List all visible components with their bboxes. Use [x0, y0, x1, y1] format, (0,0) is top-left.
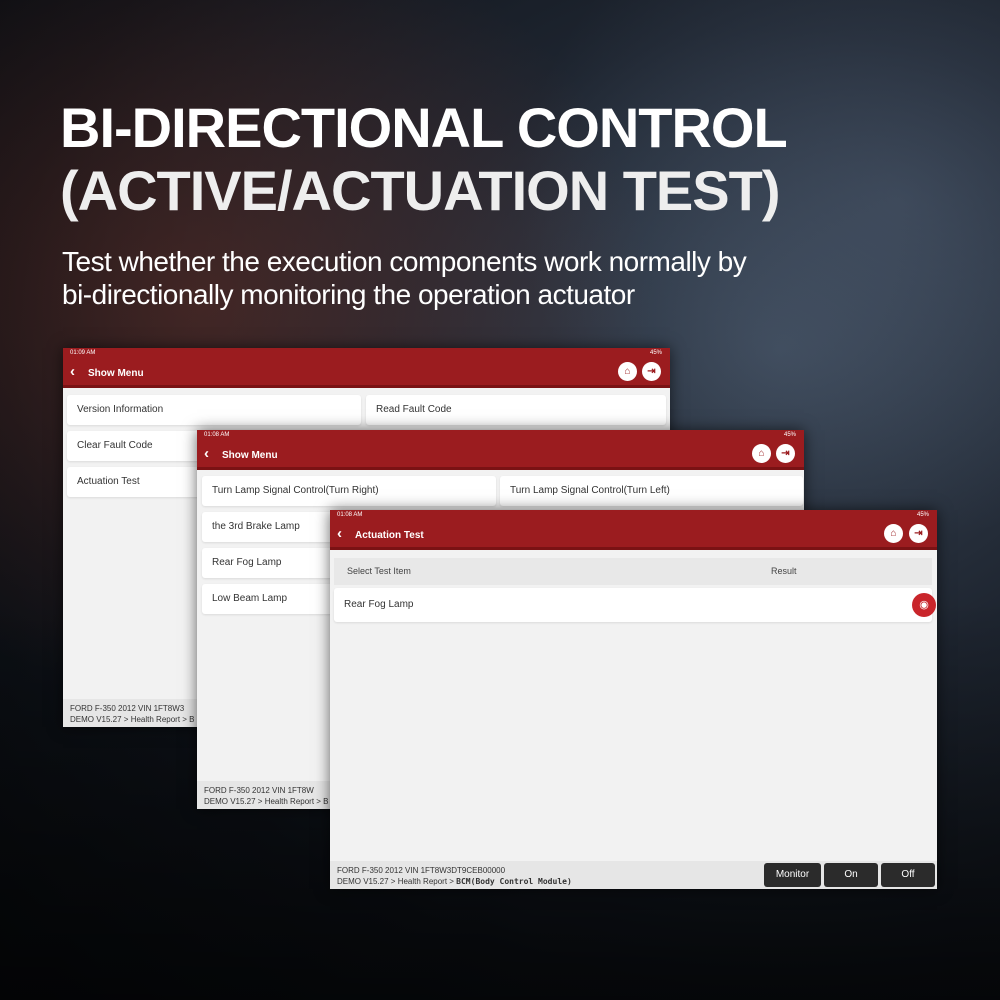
back-icon[interactable]: ‹ — [337, 525, 342, 542]
table-header: Select Test Item Result — [334, 558, 932, 585]
headline: BI-DIRECTIONAL CONTROL — [60, 96, 788, 159]
page-title: Actuation Test — [355, 530, 424, 541]
header: 01:08 AM 45% ‹ Show Menu ⌂ ⇥ — [197, 430, 804, 470]
header: 01:09 AM 45% ‹ Show Menu ⌂ ⇥ — [63, 348, 670, 388]
page-title: Show Menu — [222, 450, 278, 461]
page-title: Show Menu — [88, 368, 144, 379]
subtitle-line: Test whether the execution components wo… — [62, 246, 747, 277]
module-name: BCM(Body Control Module) — [456, 877, 572, 886]
home-icon[interactable]: ⌂ — [884, 524, 903, 543]
table-row[interactable]: Rear Fog Lamp ◉ — [334, 588, 936, 622]
on-button[interactable]: On — [824, 863, 878, 887]
camera-icon[interactable]: ◉ — [912, 593, 936, 617]
exit-icon[interactable]: ⇥ — [909, 524, 928, 543]
subtitle-line: bi-directionally monitoring the operatio… — [62, 279, 635, 310]
footer: FORD F-350 2012 VIN 1FT8W3DT9CEB00000 DE… — [330, 861, 937, 889]
home-icon[interactable]: ⌂ — [752, 444, 771, 463]
battery: 45% — [783, 432, 796, 438]
menu-item[interactable]: Turn Lamp Signal Control(Turn Left) — [500, 476, 803, 506]
header: 01:08 AM 45% ‹ Actuation Test ⌂ ⇥ — [330, 510, 937, 550]
status-time: 01:09 AM — [70, 350, 96, 356]
headline-sub: (ACTIVE/ACTUATION TEST) — [60, 159, 780, 222]
column-header: Select Test Item — [347, 566, 411, 576]
subtitle: Test whether the execution components wo… — [62, 245, 747, 311]
exit-icon[interactable]: ⇥ — [776, 444, 795, 463]
home-icon[interactable]: ⌂ — [618, 362, 637, 381]
off-button[interactable]: Off — [881, 863, 935, 887]
menu-item[interactable]: Turn Lamp Signal Control(Turn Right) — [202, 476, 496, 506]
battery: 45% — [916, 512, 929, 518]
menu-item[interactable]: Read Fault Code — [366, 395, 666, 425]
menu-item[interactable]: Version Information — [67, 395, 361, 425]
screen-actuation-test: 01:08 AM 45% ‹ Actuation Test ⌂ ⇥ Select… — [330, 510, 937, 889]
battery: 45% — [649, 350, 662, 356]
status-time: 01:08 AM — [337, 512, 363, 518]
monitor-button[interactable]: Monitor — [764, 863, 821, 887]
column-header: Result — [771, 566, 797, 576]
status-time: 01:08 AM — [204, 432, 230, 438]
test-item: Rear Fog Lamp — [344, 599, 414, 610]
back-icon[interactable]: ‹ — [70, 363, 75, 380]
breadcrumb-path: DEMO V15.27 > Health Report > — [337, 877, 457, 886]
exit-icon[interactable]: ⇥ — [642, 362, 661, 381]
back-icon[interactable]: ‹ — [204, 445, 209, 462]
